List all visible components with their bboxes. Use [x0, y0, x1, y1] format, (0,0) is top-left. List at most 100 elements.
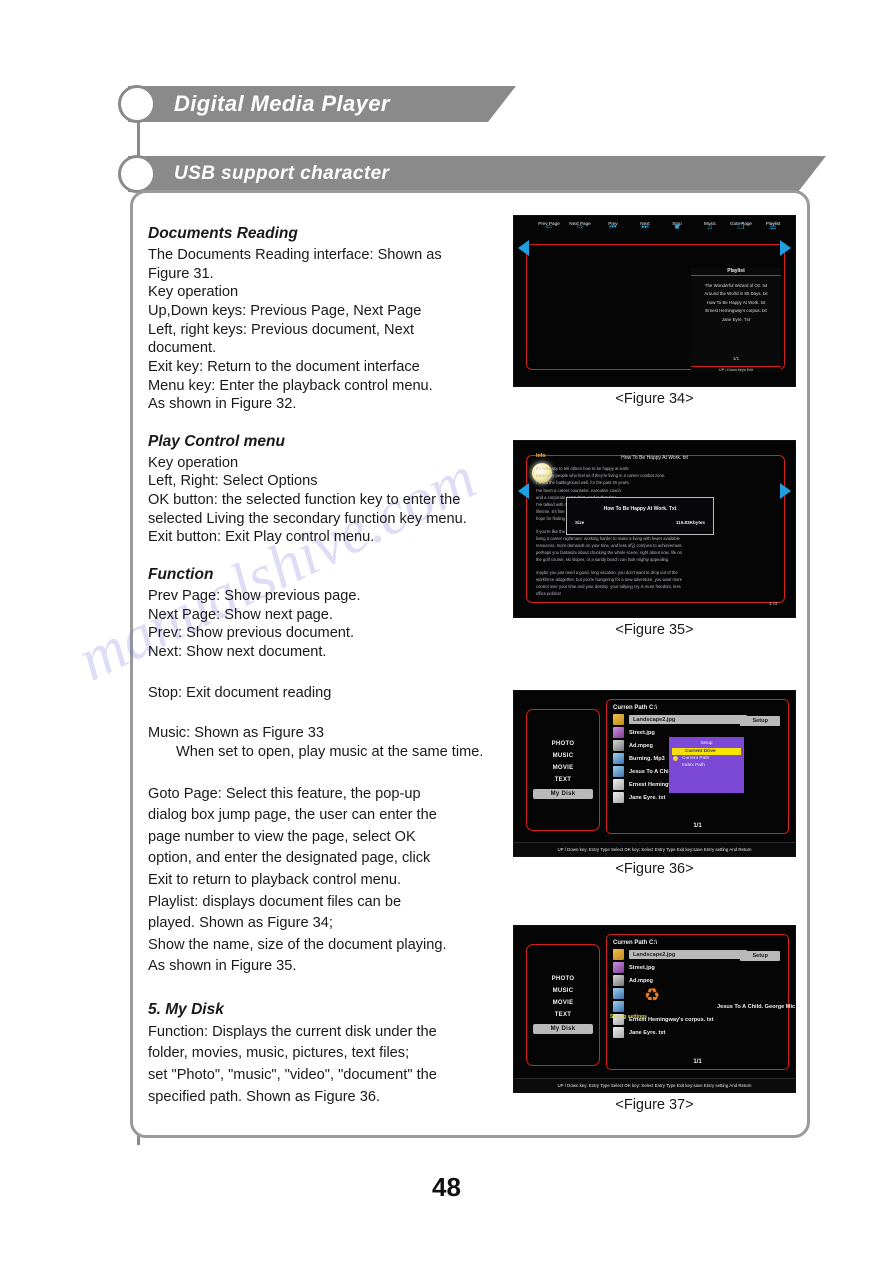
toolbar-button-next[interactable]: Next ⏭: [630, 220, 660, 231]
section-bar-notch: [798, 156, 826, 192]
file-name: Street.jpg: [629, 729, 655, 736]
toolbar-button-prev[interactable]: Prev ⏮: [598, 220, 628, 231]
right-arrow-icon[interactable]: [780, 483, 791, 499]
page-number: 48: [432, 1172, 461, 1202]
page-indicator: 1/1: [693, 1059, 702, 1065]
list-item[interactable]: Jane Eyre. Txt: [691, 316, 781, 324]
document-line: perhaps you fantasize about chucking the…: [536, 550, 682, 556]
document-page-indicator: 1 /3: [768, 602, 777, 607]
figure-34-caption: <Figure 34>: [615, 391, 694, 407]
document-line: especially people who feel as if they're…: [536, 473, 666, 479]
video-file-icon: [613, 740, 624, 751]
menu-item-current-path[interactable]: Current Path: [669, 755, 744, 762]
sidebar-item-photo[interactable]: PHOTO: [527, 741, 599, 747]
list-item[interactable]: The Wonderful Wizard of Oz. txt: [691, 282, 781, 290]
file-info-dialog: How To Be Happy At Work. Txt Size 115.83…: [566, 497, 714, 535]
text-file-icon: [613, 779, 624, 790]
title-bar-bullet: [118, 85, 156, 123]
sidebar-item-text[interactable]: TEXT: [527, 777, 599, 783]
menu-item-current-drive[interactable]: Current Drive: [672, 748, 741, 755]
figure-35: Info How To Be Happy At Work. txt it's n…: [513, 440, 796, 638]
document-title-bar: Digital Media Player: [128, 86, 516, 122]
table-row[interactable]: Ad.mpeg: [613, 974, 782, 987]
image-file-icon: [613, 727, 624, 738]
paragraph-documents-reading: The Documents Reading interface: Shown a…: [148, 246, 442, 413]
paragraph-play-control-menu: Key operation Left, Right: Select Option…: [148, 454, 467, 546]
toolbar-button-music[interactable]: Music ♫: [695, 220, 725, 231]
figure-35-screen: Info How To Be Happy At Work. txt it's n…: [513, 440, 796, 618]
playlist-panel: Playlist The Wonderful Wizard of Oz. txt…: [691, 268, 781, 372]
status-bar-hint: UP / Down key: Entry Type Select OK key:…: [514, 1078, 795, 1092]
text-file-icon: [613, 792, 624, 803]
figure-37-screen: PHOTO MUSIC MOVIE TEXT My Disk Curren Pa…: [513, 925, 796, 1093]
setup-popup-dialog: Setup Current Drive Current Path Index P…: [669, 737, 744, 793]
bullet-icon: [673, 756, 678, 761]
menu-item-index-path[interactable]: Index Path: [669, 762, 744, 769]
document-line: I've been a career counselor, executive …: [536, 487, 622, 493]
sidebar-item-music[interactable]: MUSIC: [527, 988, 599, 994]
heading-function: Function: [148, 566, 214, 584]
image-file-icon: [613, 949, 624, 960]
sidebar-item-photo[interactable]: PHOTO: [527, 976, 599, 982]
table-row[interactable]: Street.jpg: [613, 961, 782, 974]
paragraph-function-music-note: When set to open, play music at the same…: [176, 743, 484, 760]
toolbar-button-prev-page[interactable]: Prev Page ⇦: [534, 220, 564, 231]
section-bar-bullet: [118, 155, 156, 193]
playlist-footer-hint: UP / Down keys Exit: [691, 366, 781, 372]
left-arrow-icon[interactable]: [518, 483, 529, 499]
table-row[interactable]: Jane Eyre. txt: [613, 1026, 782, 1039]
document-title: Digital Media Player: [174, 91, 390, 116]
image-file-icon: [613, 962, 624, 973]
manual-page: Digital Media Player USB support charact…: [0, 0, 893, 1263]
toolbar-button-stop[interactable]: Stop ■: [662, 220, 692, 231]
list-item[interactable]: Around the World in 80 Days. txt: [691, 290, 781, 298]
document-line: control over your time and your destiny.…: [536, 584, 681, 590]
sidebar-item-music[interactable]: MUSIC: [527, 753, 599, 759]
saving-settings-overlay: ♻ Saving settings: [610, 985, 730, 1022]
file-info-size-row: Size 115.83Kbytes: [567, 512, 713, 525]
sidebar-item-my-disk[interactable]: My Disk: [533, 789, 593, 799]
sidebar-item-my-disk[interactable]: My Disk: [533, 1024, 593, 1034]
sidebar-item-text[interactable]: TEXT: [527, 1012, 599, 1018]
figure-37-caption: <Figure 37>: [615, 1097, 694, 1113]
document-line: workforce altogether, but you're hungeri…: [536, 576, 683, 582]
current-path-label: Curren Path C:\: [613, 705, 658, 711]
toolbar-button-next-page[interactable]: Next Page ⇨: [565, 220, 595, 231]
figure-36-screen: PHOTO MUSIC MOVIE TEXT My Disk Curren Pa…: [513, 690, 796, 857]
left-arrow-icon[interactable]: [518, 240, 529, 256]
document-line: resources, more demands on your time, an…: [536, 543, 683, 549]
paragraph-function-keys: Prev Page: Show previous page. Next Page…: [148, 587, 361, 660]
toolbar-button-goto-page[interactable]: Goto Page ❐: [726, 220, 756, 231]
toolbar-button-playlist[interactable]: Playlist ☰: [758, 220, 788, 231]
playlist-items: The Wonderful Wizard of Oz. txt Around t…: [691, 276, 781, 324]
setup-button[interactable]: Setup: [740, 951, 780, 961]
file-info-size-value: 115.83Kbytes: [675, 520, 705, 525]
paragraph-function-stop: Stop: Exit document reading: [148, 684, 332, 701]
sidebar-item-movie[interactable]: MOVIE: [527, 765, 599, 771]
setup-popup-title: Setup: [700, 740, 713, 745]
document-paragraph: maybe you just need a good, long vacatio…: [536, 569, 777, 598]
list-item[interactable]: Ernest Hemingway's corpus. txt: [691, 307, 781, 315]
file-name: Ad.mpeg: [629, 977, 653, 984]
body-text-column: Documents Reading The Documents Reading …: [148, 224, 500, 1108]
document-line: it's not easy to tell others how to be h…: [536, 466, 630, 471]
file-name: Burning. Mp3: [629, 755, 665, 762]
setup-button[interactable]: Setup: [740, 716, 780, 726]
playlist-title: Playlist: [691, 268, 781, 276]
paragraph-function-music: Music: Shown as Figure 33: [148, 725, 325, 742]
recycle-icon: ♻: [644, 985, 661, 1005]
sidebar-item-movie[interactable]: MOVIE: [527, 1000, 599, 1006]
document-line: living a career nightmare: working harde…: [536, 535, 680, 541]
menu-item-label: Current Drive: [685, 749, 716, 754]
list-item[interactable]: How To Be Happy At Work. txt: [691, 299, 781, 307]
audio-file-icon: [613, 753, 624, 764]
current-path-label: Curren Path C:\: [613, 940, 658, 946]
category-sidebar: PHOTO MUSIC MOVIE TEXT My Disk: [526, 709, 600, 831]
playlist-page-indicator: 1/1: [732, 356, 740, 361]
